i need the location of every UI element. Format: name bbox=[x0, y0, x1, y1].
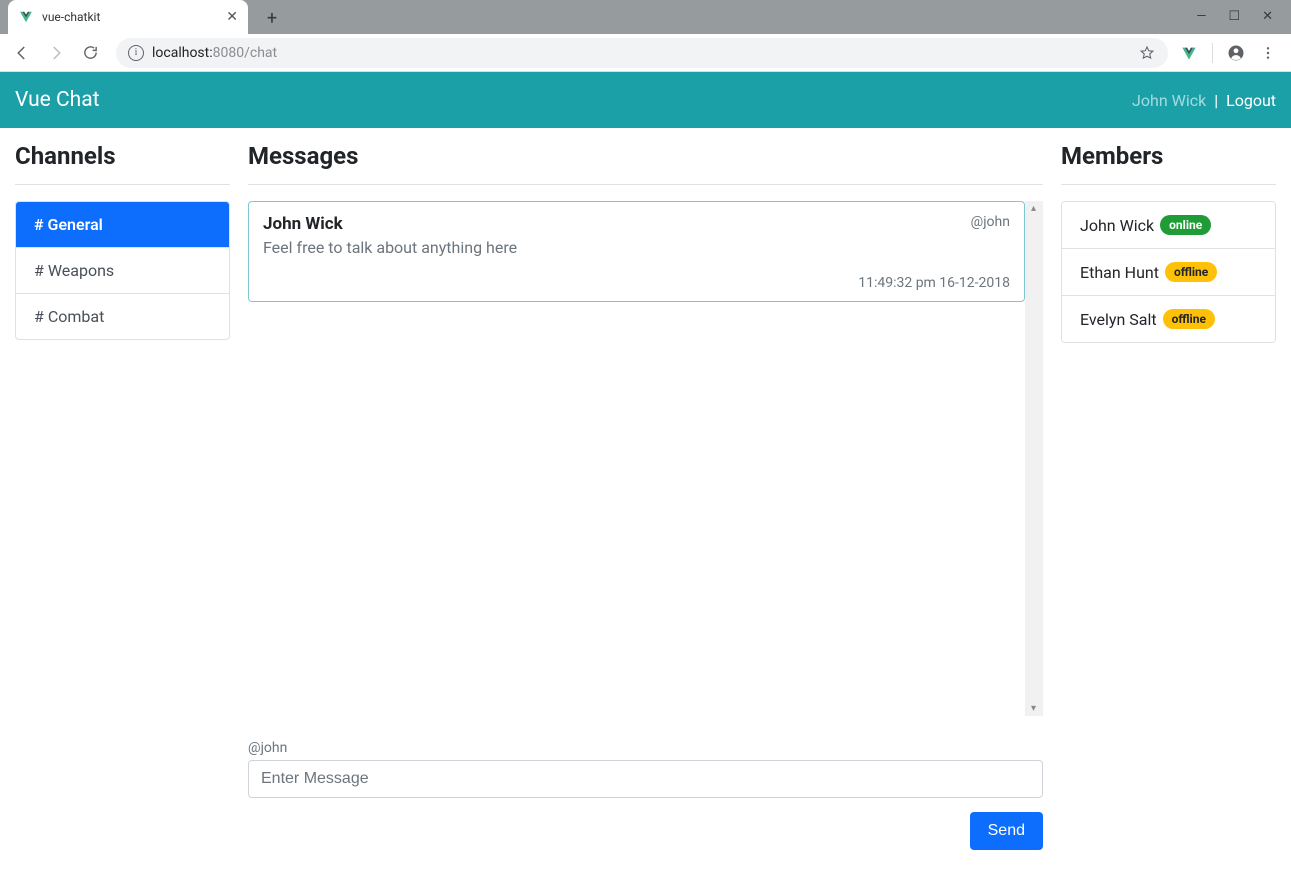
address-bar[interactable]: i localhost:8080/chat bbox=[116, 38, 1168, 68]
app-title: Vue Chat bbox=[15, 88, 100, 112]
send-button[interactable]: Send bbox=[970, 812, 1043, 850]
url-text: localhost:8080/chat bbox=[152, 45, 277, 61]
compose-handle-label: @john bbox=[248, 740, 1043, 756]
reload-button[interactable] bbox=[76, 39, 104, 67]
message-input[interactable] bbox=[248, 760, 1043, 798]
minimize-icon[interactable]: — bbox=[1196, 9, 1206, 24]
member-item: John Wick online bbox=[1062, 202, 1275, 249]
channel-item-weapons[interactable]: # Weapons bbox=[16, 248, 229, 294]
window-controls: — ☐ ✕ bbox=[1196, 9, 1291, 34]
tab-title: vue-chatkit bbox=[42, 10, 218, 24]
messages-column: Messages John Wick @john Feel free to ta… bbox=[248, 142, 1043, 850]
member-name: John Wick bbox=[1080, 216, 1154, 235]
status-badge: offline bbox=[1163, 309, 1215, 329]
scroll-down-icon[interactable]: ▾ bbox=[1031, 701, 1036, 716]
logout-link[interactable]: Logout bbox=[1226, 91, 1276, 110]
channels-heading: Channels bbox=[15, 142, 230, 185]
browser-toolbar: i localhost:8080/chat bbox=[0, 34, 1291, 72]
browser-tab[interactable]: vue-chatkit ✕ bbox=[8, 0, 248, 34]
member-item: Ethan Hunt offline bbox=[1062, 249, 1275, 296]
message-author: John Wick bbox=[263, 214, 343, 234]
channels-column: Channels # General # Weapons # Combat bbox=[15, 142, 230, 850]
member-name: Ethan Hunt bbox=[1080, 263, 1159, 282]
maximize-icon[interactable]: ☐ bbox=[1228, 9, 1240, 24]
messages-scroll-area[interactable]: John Wick @john Feel free to talk about … bbox=[248, 201, 1043, 716]
header-separator: | bbox=[1214, 91, 1218, 110]
status-badge: offline bbox=[1165, 262, 1217, 282]
channel-label: # Weapons bbox=[34, 261, 114, 280]
member-list: John Wick online Ethan Hunt offline Evel… bbox=[1061, 201, 1276, 343]
message-body: Feel free to talk about anything here bbox=[263, 238, 1010, 257]
channel-item-combat[interactable]: # Combat bbox=[16, 294, 229, 339]
current-user-name: John Wick bbox=[1132, 91, 1206, 110]
members-heading: Members bbox=[1061, 142, 1276, 185]
bookmark-star-icon[interactable] bbox=[1138, 44, 1156, 62]
channel-label: # Combat bbox=[34, 307, 104, 326]
message-handle: @john bbox=[971, 214, 1010, 230]
toolbar-divider bbox=[1212, 43, 1213, 63]
scroll-up-icon[interactable]: ▴ bbox=[1031, 201, 1036, 216]
forward-button[interactable] bbox=[42, 39, 70, 67]
close-window-icon[interactable]: ✕ bbox=[1262, 9, 1273, 24]
scrollbar[interactable]: ▴ ▾ bbox=[1025, 201, 1042, 716]
member-item: Evelyn Salt offline bbox=[1062, 296, 1275, 342]
members-column: Members John Wick online Ethan Hunt offl… bbox=[1061, 142, 1276, 850]
member-name: Evelyn Salt bbox=[1080, 310, 1157, 329]
message-card: John Wick @john Feel free to talk about … bbox=[248, 201, 1025, 302]
channel-label: # General bbox=[34, 215, 103, 234]
kebab-menu-icon[interactable] bbox=[1259, 44, 1277, 62]
vue-extension-icon[interactable] bbox=[1180, 44, 1198, 62]
channel-list: # General # Weapons # Combat bbox=[15, 201, 230, 340]
profile-avatar-icon[interactable] bbox=[1227, 44, 1245, 62]
channel-item-general[interactable]: # General bbox=[16, 202, 229, 248]
status-badge: online bbox=[1160, 215, 1211, 235]
browser-tab-strip: vue-chatkit ✕ + — ☐ ✕ bbox=[0, 0, 1291, 34]
back-button[interactable] bbox=[8, 39, 36, 67]
close-icon[interactable]: ✕ bbox=[226, 9, 238, 25]
app-header: Vue Chat John Wick | Logout bbox=[0, 72, 1291, 128]
vue-favicon-icon bbox=[18, 9, 34, 25]
message-timestamp: 11:49:32 pm 16-12-2018 bbox=[263, 275, 1010, 291]
new-tab-button[interactable]: + bbox=[258, 4, 286, 32]
site-info-icon[interactable]: i bbox=[128, 45, 144, 61]
messages-heading: Messages bbox=[248, 142, 1043, 185]
